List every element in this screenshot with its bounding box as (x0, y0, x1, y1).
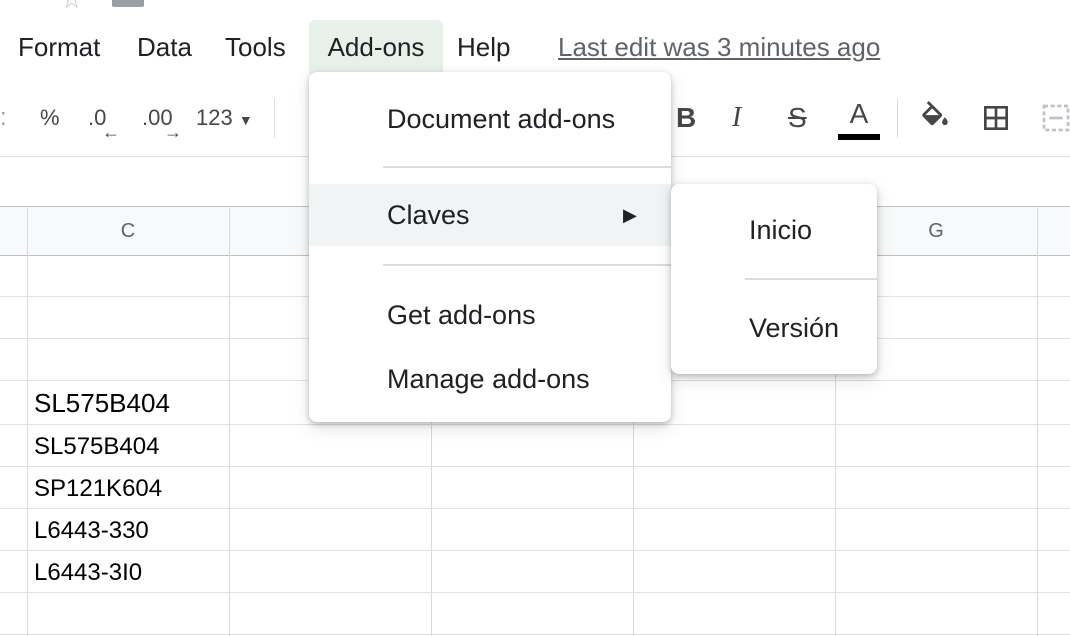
format-percent-button[interactable]: % (40, 90, 60, 146)
submenu-item-label: Inicio (749, 215, 813, 245)
add-ons-menu: Document add-ons Claves ▶ Get add-ons Ma… (309, 72, 671, 422)
more-formats-button[interactable]: 123 ▼ (196, 90, 253, 146)
text-color-label: A (849, 98, 869, 129)
table-cell[interactable]: SL575B404 (34, 382, 170, 424)
last-edit-link[interactable]: Last edit was 3 minutes ago (558, 20, 880, 74)
more-formats-label: 123 (196, 105, 233, 130)
grid-line (0, 550, 1070, 551)
table-cell[interactable]: L6443-3I0 (34, 552, 142, 594)
caret-down-icon: ▼ (238, 112, 253, 128)
bold-button[interactable]: B (676, 90, 696, 146)
submenu-item-version[interactable]: Versión (671, 298, 877, 358)
text-color-swatch (838, 134, 880, 140)
menu-separator (383, 166, 671, 168)
title-strip: ☆ (0, 0, 1070, 12)
italic-button[interactable]: I (732, 90, 741, 146)
menu-bar: Format Data Tools Add-ons Help Last edit… (0, 20, 1070, 74)
menu-item-document-add-ons[interactable]: Document add-ons (309, 88, 671, 150)
grid-line (1037, 206, 1038, 636)
menu-item-manage-add-ons[interactable]: Manage add-ons (309, 348, 671, 410)
menu-item-label: Document add-ons (387, 104, 616, 134)
grid-line (27, 206, 28, 636)
menu-format[interactable]: Format (18, 20, 100, 74)
column-header-c[interactable]: C (27, 207, 229, 255)
increase-decimal-button[interactable]: .00 → (142, 90, 182, 146)
menu-item-label: Manage add-ons (387, 364, 590, 394)
grid-line (229, 206, 230, 636)
table-cell[interactable]: L6443-330 (34, 510, 149, 552)
toolbar-separator (274, 98, 275, 138)
menu-separator (383, 264, 671, 266)
menu-tools[interactable]: Tools (225, 20, 286, 74)
borders-icon[interactable] (980, 90, 1012, 146)
grid-line (0, 424, 1070, 425)
arrow-left-icon: ← (102, 122, 120, 142)
submenu-arrow-icon: ▶ (623, 205, 637, 225)
merge-cells-icon[interactable] (1040, 90, 1070, 146)
submenu-item-label: Versión (749, 313, 840, 343)
submenu-item-inicio[interactable]: Inicio (671, 200, 877, 260)
move-folder-icon[interactable] (112, 0, 144, 7)
arrow-right-icon: → (164, 122, 182, 142)
menu-separator (745, 278, 877, 280)
strikethrough-button[interactable]: S (788, 90, 807, 146)
grid-line (0, 634, 1070, 635)
menu-item-get-add-ons[interactable]: Get add-ons (309, 284, 671, 346)
grid-line (0, 466, 1070, 467)
fill-color-icon[interactable] (918, 90, 952, 146)
menu-add-ons[interactable]: Add-ons (309, 20, 443, 74)
decrease-decimal-button[interactable]: .0 ← (88, 90, 120, 146)
text-color-button[interactable]: A (838, 90, 880, 146)
toolbar-edge: : (0, 90, 6, 146)
toolbar-separator (897, 98, 898, 138)
star-icon[interactable]: ☆ (60, 0, 83, 12)
menu-help[interactable]: Help (457, 20, 510, 74)
menu-item-label: Get add-ons (387, 300, 536, 330)
menu-item-label: Claves (387, 200, 470, 230)
menu-data[interactable]: Data (137, 20, 192, 74)
table-cell[interactable]: SP121K604 (34, 468, 162, 510)
grid-line (0, 592, 1070, 593)
menu-item-claves[interactable]: Claves ▶ (309, 184, 671, 246)
table-cell[interactable]: SL575B404 (34, 426, 159, 468)
claves-submenu: Inicio Versión (671, 184, 877, 374)
